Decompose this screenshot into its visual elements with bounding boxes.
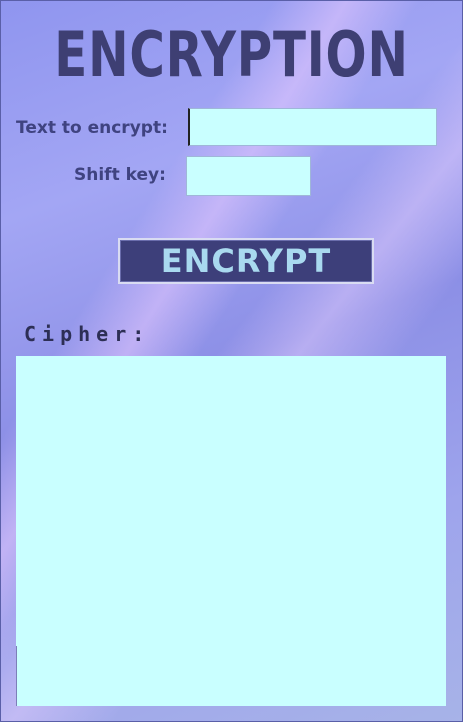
cipher-output-edge [16, 646, 17, 706]
encrypt-button[interactable]: ENCRYPT [118, 238, 374, 284]
cipher-output[interactable] [16, 356, 446, 706]
text-to-encrypt-input[interactable] [188, 108, 437, 146]
shift-key-label: Shift key: [74, 165, 166, 185]
page-title: ENCRYPTION [54, 18, 409, 91]
shift-key-input[interactable] [186, 156, 311, 196]
cipher-label: Cipher: [24, 322, 151, 346]
text-to-encrypt-label: Text to encrypt: [16, 118, 168, 138]
